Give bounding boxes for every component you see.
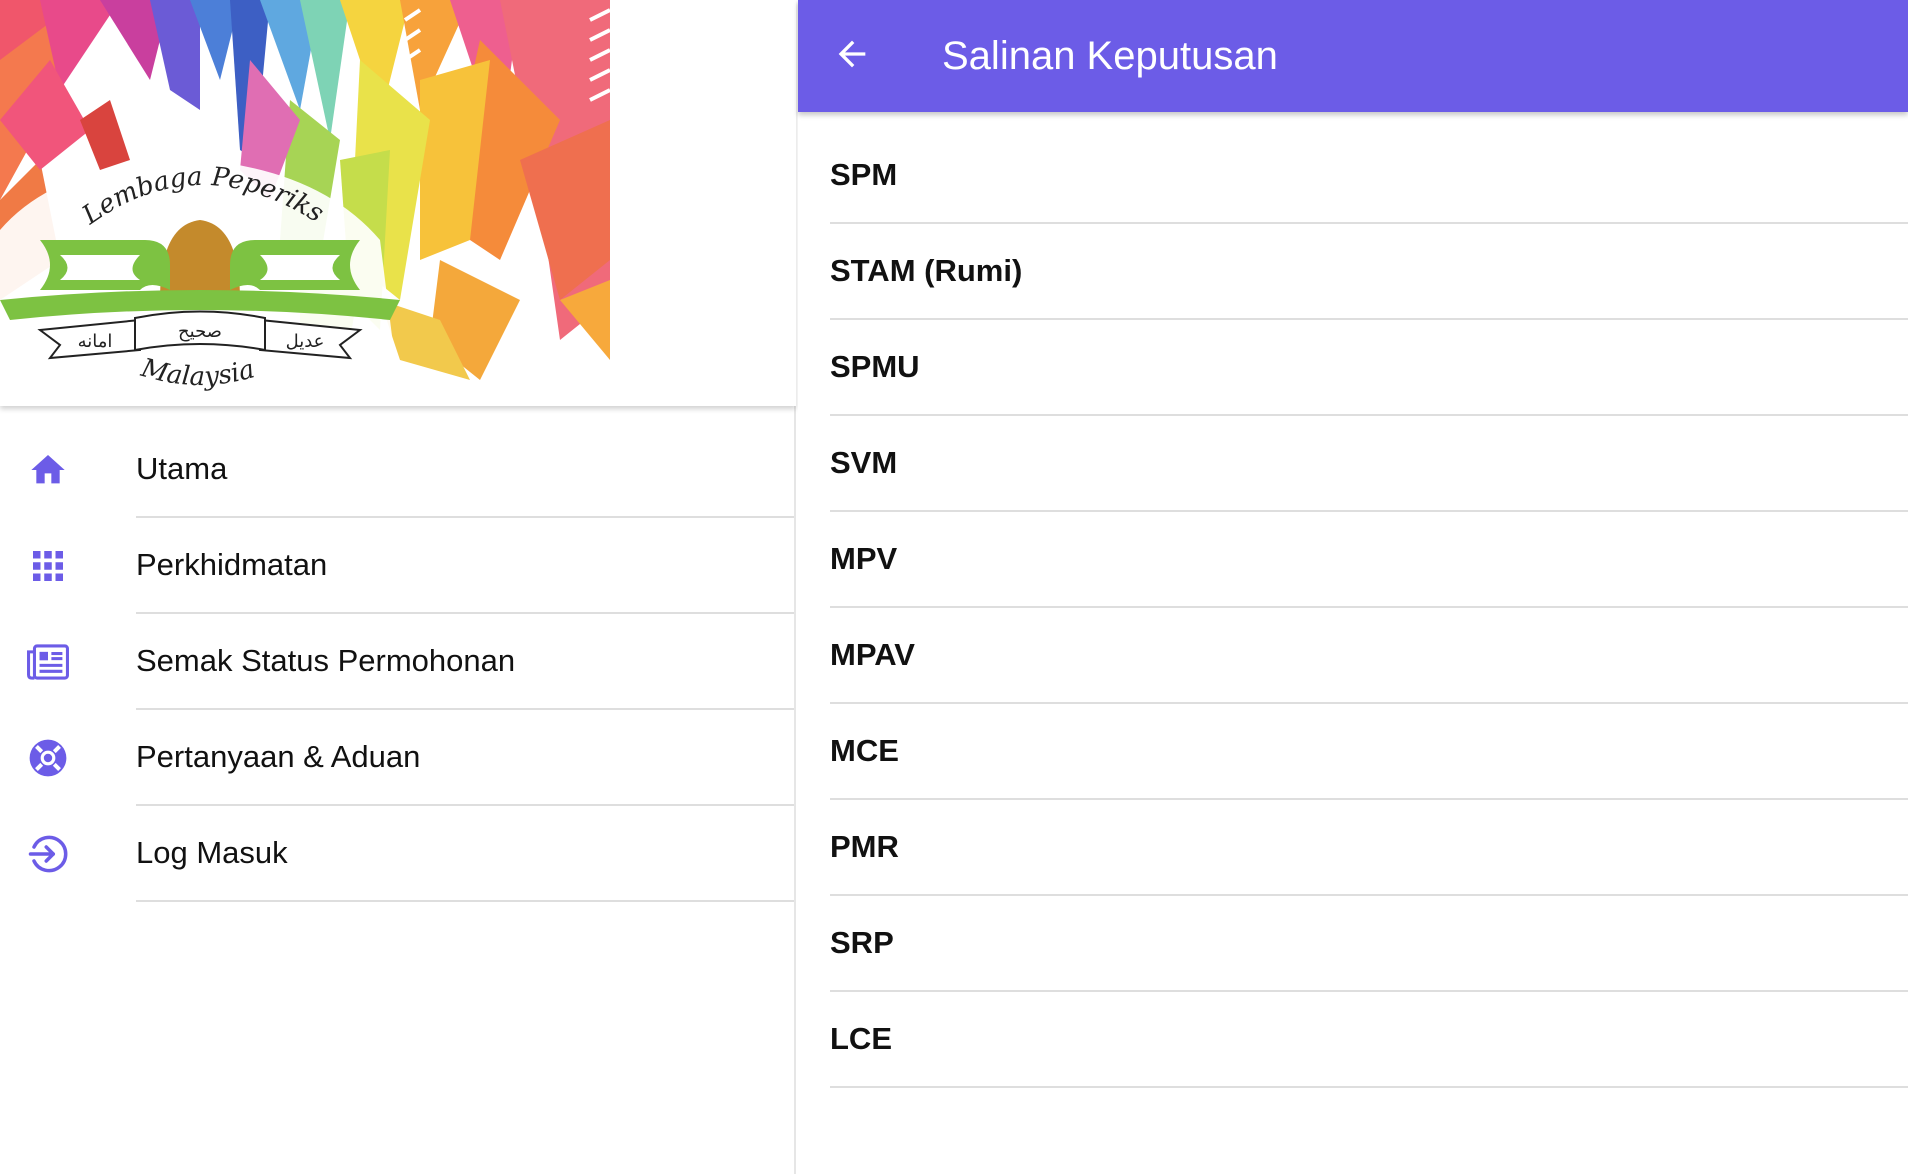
- drawer-item-semak-status[interactable]: Semak Status Permohonan: [0, 614, 794, 710]
- exam-item-srp[interactable]: SRP: [830, 896, 1908, 992]
- lembaga-peperiksaan-logo: Lembaga Peperiksaan Malaysia امانه صحيح …: [0, 0, 610, 400]
- newspaper-icon: [26, 640, 70, 684]
- drawer-header: Lembaga Peperiksaan Malaysia امانه صحيح …: [0, 0, 796, 406]
- exam-list: SPM STAM (Rumi) SPMU SVM MPV MPAV MCE PM…: [830, 128, 1908, 1088]
- drawer-menu: Utama Perkhidmatan Semak Status Permohon…: [0, 422, 794, 902]
- logo-ribbon-right: عديل: [286, 331, 325, 352]
- back-button[interactable]: [828, 32, 876, 80]
- exam-item-mce[interactable]: MCE: [830, 704, 1908, 800]
- app-bar: Salinan Keputusan: [798, 0, 1908, 112]
- page-title: Salinan Keputusan: [942, 33, 1278, 78]
- arrow-back-icon: [832, 34, 872, 79]
- drawer-item-label: Pertanyaan & Aduan: [136, 710, 794, 806]
- drawer-item-utama[interactable]: Utama: [0, 422, 794, 518]
- drawer-item-label: Semak Status Permohonan: [136, 614, 794, 710]
- main-panel: Salinan Keputusan SPM STAM (Rumi) SPMU S…: [798, 0, 1908, 1174]
- login-icon: [26, 832, 70, 876]
- drawer-item-pertanyaan-aduan[interactable]: Pertanyaan & Aduan: [0, 710, 794, 806]
- drawer-item-label: Utama: [136, 422, 794, 518]
- logo-ribbon-left: امانه: [78, 331, 113, 352]
- exam-item-mpv[interactable]: MPV: [830, 512, 1908, 608]
- exam-item-mpav[interactable]: MPAV: [830, 608, 1908, 704]
- drawer-item-log-masuk[interactable]: Log Masuk: [0, 806, 794, 902]
- exam-item-spm[interactable]: SPM: [830, 128, 1908, 224]
- drawer-item-label: Log Masuk: [136, 806, 794, 902]
- navigation-drawer: Lembaga Peperiksaan Malaysia امانه صحيح …: [0, 0, 796, 1174]
- drawer-item-label: Perkhidmatan: [136, 518, 794, 614]
- exam-item-spmu[interactable]: SPMU: [830, 320, 1908, 416]
- exam-item-lce[interactable]: LCE: [830, 992, 1908, 1088]
- exam-item-svm[interactable]: SVM: [830, 416, 1908, 512]
- home-icon: [26, 448, 70, 492]
- lifebuoy-icon: [26, 736, 70, 780]
- drawer-item-perkhidmatan[interactable]: Perkhidmatan: [0, 518, 794, 614]
- exam-item-stam-rumi[interactable]: STAM (Rumi): [830, 224, 1908, 320]
- apps-grid-icon: [26, 544, 70, 588]
- app-root: Lembaga Peperiksaan Malaysia امانه صحيح …: [0, 0, 1908, 1174]
- logo-ribbon-center: صحيح: [178, 321, 222, 342]
- exam-item-pmr[interactable]: PMR: [830, 800, 1908, 896]
